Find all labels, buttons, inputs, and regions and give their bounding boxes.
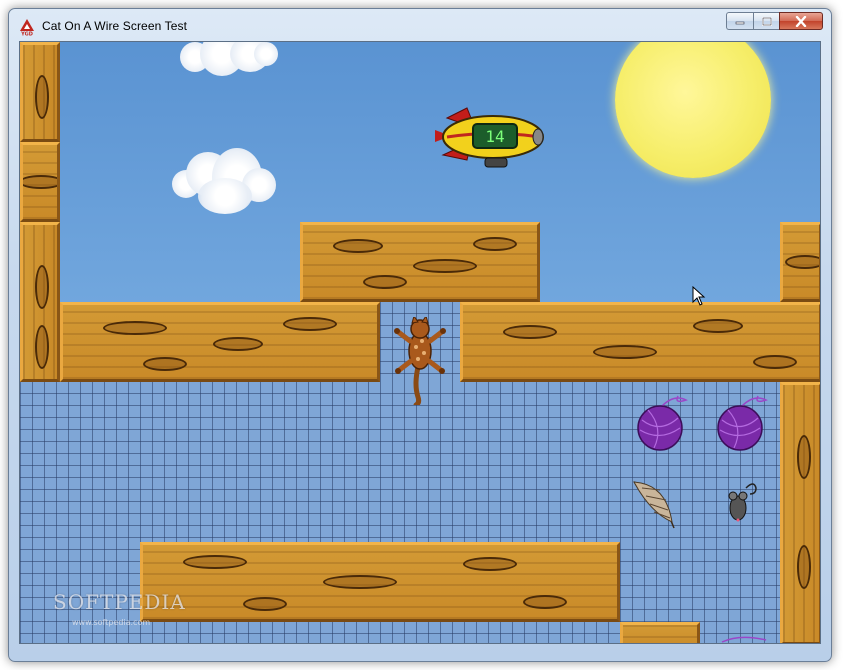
- blimp-icon: 14: [435, 107, 544, 168]
- wood-beam-right: [460, 302, 820, 382]
- cursor-icon: [692, 286, 706, 306]
- wood-beam-left: [60, 302, 380, 382]
- svg-text:YGD: YGD: [20, 32, 33, 37]
- watermark-url: www.softpedia.com: [72, 618, 151, 627]
- wood-block-right-top: [780, 222, 820, 302]
- yarn-ball-icon[interactable]: [714, 394, 770, 452]
- app-logo-icon: YGD: [20, 19, 34, 37]
- wood-platform-lower: [140, 542, 620, 622]
- wood-post-left-top: [20, 42, 60, 142]
- cat-icon[interactable]: [392, 317, 448, 405]
- watermark-text: SOFTPEDIA: [53, 590, 186, 614]
- wood-block-left-mid: [20, 142, 60, 222]
- cloud-icon: [172, 148, 282, 214]
- window-title: Cat On A Wire Screen Test: [42, 19, 188, 33]
- maximize-button[interactable]: [753, 12, 779, 30]
- game-canvas[interactable]: 14 SOFTPEDIA www.softpedia.com: [19, 41, 821, 644]
- feather-icon[interactable]: [630, 478, 680, 534]
- title-bar[interactable]: YGD Cat On A Wire Screen Test: [9, 9, 831, 41]
- close-button[interactable]: [779, 12, 823, 30]
- cloud-icon: [180, 42, 280, 82]
- caption-buttons: [726, 12, 823, 32]
- close-icon: [795, 15, 807, 27]
- wood-platform-upper: [300, 222, 540, 302]
- wood-block-bottom: [620, 622, 700, 643]
- yarn-ball-icon[interactable]: [634, 394, 690, 452]
- minimize-icon: [735, 21, 745, 25]
- yarn-ball-icon[interactable]: [720, 634, 770, 644]
- minimize-button[interactable]: [726, 12, 753, 30]
- maximize-icon: [761, 16, 772, 26]
- wood-post-left-low: [20, 222, 60, 382]
- sun-icon: [615, 42, 771, 178]
- wood-post-right: [780, 382, 820, 643]
- blimp-counter: 14: [485, 127, 504, 146]
- mouse-toy-icon[interactable]: [724, 480, 758, 524]
